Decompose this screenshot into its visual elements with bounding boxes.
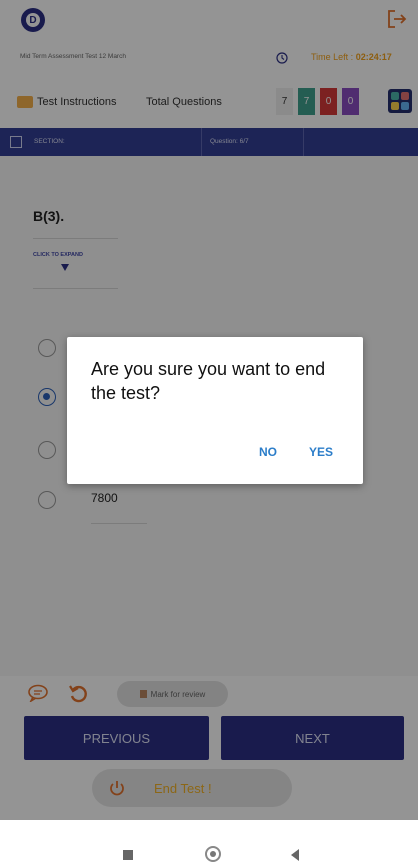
test-screen: D Mid Term Assessment Test 12 March Time… [0, 0, 418, 865]
recents-icon[interactable] [123, 850, 133, 860]
back-icon[interactable] [291, 849, 299, 861]
dialog-message: Are you sure you want to end the test? [91, 359, 326, 403]
dialog-yes-button[interactable]: YES [309, 445, 333, 459]
home-icon[interactable] [205, 846, 221, 862]
end-test-dialog: Are you sure you want to end the test? N… [67, 337, 363, 484]
dialog-no-button[interactable]: NO [259, 445, 277, 459]
